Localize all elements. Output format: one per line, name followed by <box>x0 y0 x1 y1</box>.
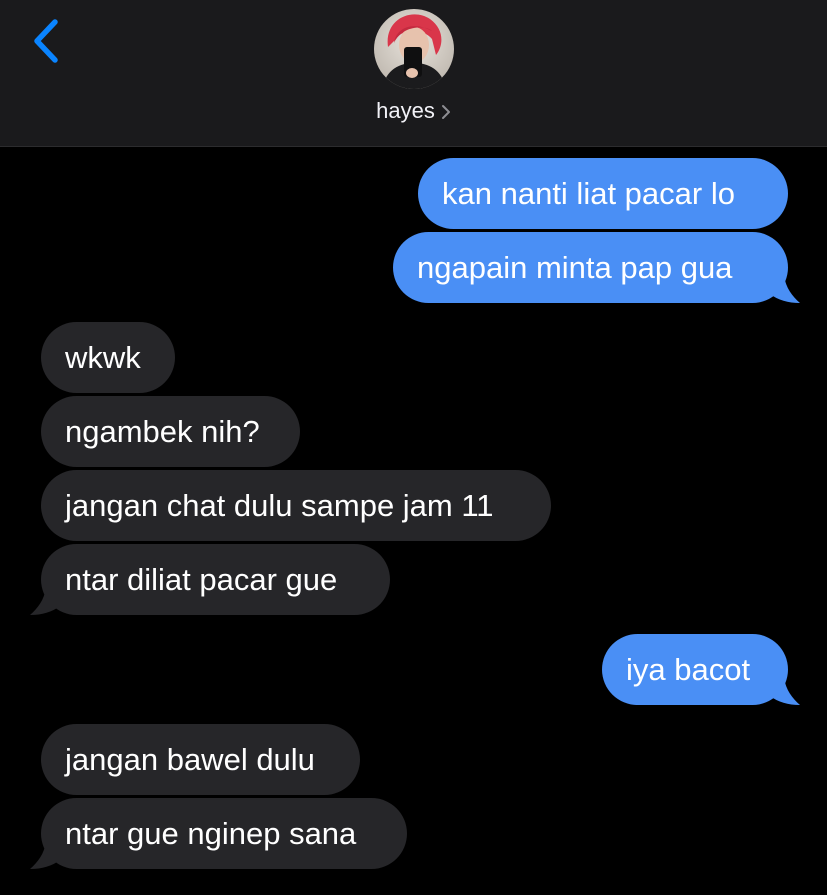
chevron-right-icon <box>441 105 450 119</box>
bubble-tail-sent <box>770 678 800 705</box>
message-text: wkwk <box>65 340 141 375</box>
message-text: ntar gue nginep sana <box>65 816 357 851</box>
message-bubble-sent[interactable]: ngapain minta pap gua <box>393 232 788 303</box>
bubble-tail-received <box>30 842 60 869</box>
message-bubble-sent[interactable]: kan nanti liat pacar lo <box>418 158 788 229</box>
message-bubble-received[interactable]: ngambek nih? <box>41 396 300 467</box>
message-text: jangan bawel dulu <box>65 742 315 777</box>
message-text: ngambek nih? <box>65 414 260 449</box>
message-text: jangan chat dulu sampe jam 11 <box>65 488 494 523</box>
conversation-header: hayes <box>0 0 827 147</box>
bubble-tail-received <box>30 588 60 615</box>
contact-name: hayes <box>376 98 435 123</box>
message-bubble-received[interactable]: ntar diliat pacar gue <box>41 544 390 615</box>
contact-avatar[interactable] <box>374 9 454 89</box>
message-bubble-received[interactable]: jangan bawel dulu <box>41 724 360 795</box>
message-text: kan nanti liat pacar lo <box>442 176 735 211</box>
message-text: ngapain minta pap gua <box>417 250 733 285</box>
avatar-photo <box>374 9 454 89</box>
message-text: ntar diliat pacar gue <box>65 562 338 597</box>
back-button[interactable] <box>22 14 72 70</box>
chevron-left-icon <box>34 19 58 63</box>
message-text: iya bacot <box>626 652 751 687</box>
message-bubble-received[interactable]: jangan chat dulu sampe jam 11 <box>41 470 551 541</box>
message-bubble-sent[interactable]: iya bacot <box>602 634 788 705</box>
bubble-tail-sent <box>770 276 800 303</box>
contact-name-button[interactable]: hayes <box>0 96 827 126</box>
message-bubble-received[interactable]: ntar gue nginep sana <box>41 798 407 869</box>
message-bubble-received[interactable]: wkwk <box>41 322 175 393</box>
